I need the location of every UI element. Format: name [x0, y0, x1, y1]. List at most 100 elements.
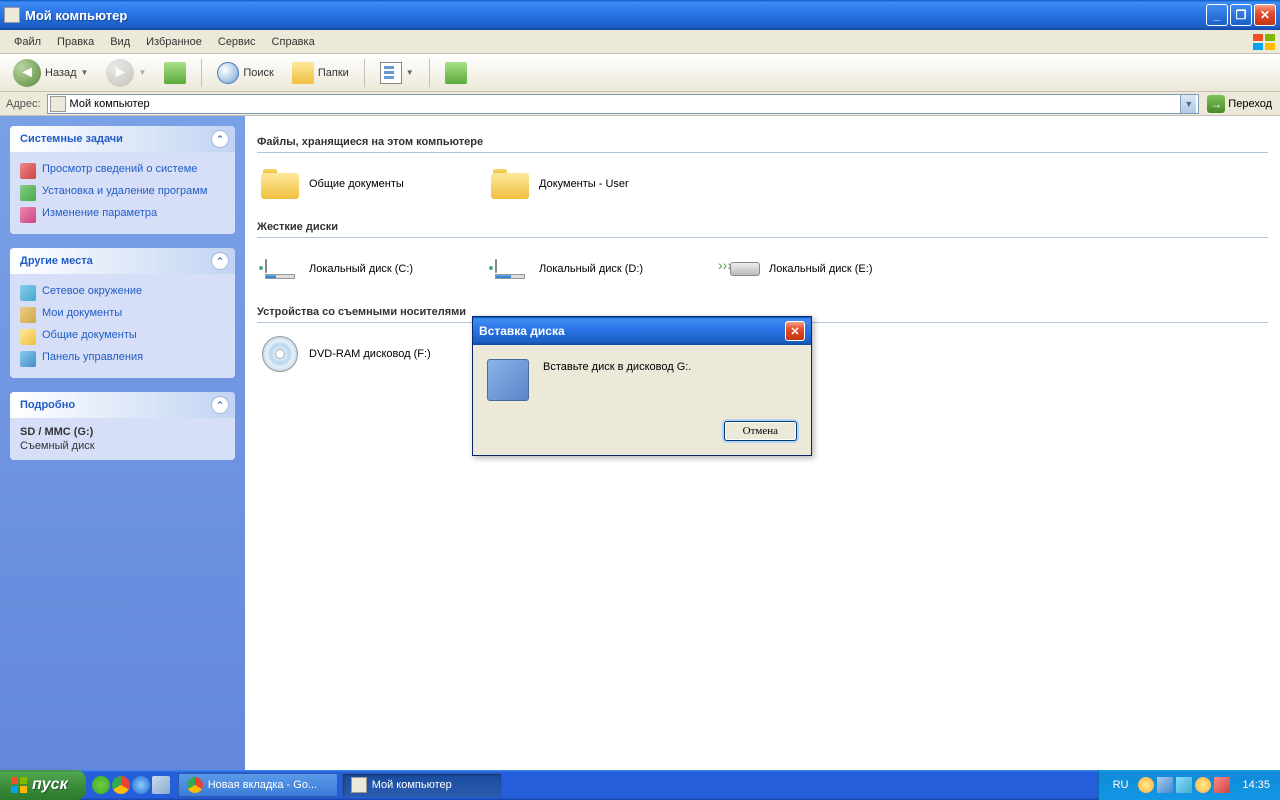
quick-launch	[86, 776, 176, 794]
control-panel-icon	[20, 351, 36, 367]
info-icon	[20, 163, 36, 179]
taskbar-tab-explorer[interactable]: Мой компьютер	[342, 773, 502, 797]
folders-button[interactable]: Папки	[285, 59, 356, 87]
task-system-info[interactable]: Просмотр сведений о системе	[20, 160, 225, 182]
drive-icon	[259, 248, 301, 290]
tray-volume-icon[interactable]	[1176, 777, 1192, 793]
details-box: Подробно ⌃ SD / MMC (G:) Съемный диск	[10, 392, 235, 460]
dialog-titlebar[interactable]: Вставка диска ✕	[473, 317, 811, 345]
item-disk-e[interactable]: ››› Локальный диск (E:)	[717, 246, 927, 292]
start-label: пуск	[32, 776, 68, 794]
item-user-documents[interactable]: Документы - User	[487, 161, 697, 207]
item-disk-d[interactable]: Локальный диск (D:)	[487, 246, 697, 292]
task-change-setting[interactable]: Изменение параметра	[20, 204, 225, 226]
minimize-button[interactable]: _	[1206, 4, 1228, 26]
desktop-icon[interactable]	[152, 776, 170, 794]
address-bar: Адрес: Мой компьютер ▼ → Переход	[0, 92, 1280, 116]
details-header[interactable]: Подробно ⌃	[10, 392, 235, 418]
my-computer-icon	[50, 96, 66, 112]
folder-icon	[259, 163, 301, 205]
settings-icon	[20, 207, 36, 223]
search-label: Поиск	[243, 67, 273, 79]
system-tray: RU 14:35	[1098, 770, 1280, 800]
tray-icon[interactable]	[1195, 777, 1211, 793]
detail-type: Съемный диск	[20, 440, 225, 452]
search-button[interactable]: Поиск	[210, 59, 280, 87]
address-label: Адрес:	[4, 98, 43, 110]
utorrent-icon[interactable]	[92, 776, 110, 794]
maximize-button[interactable]: ❐	[1230, 4, 1252, 26]
my-computer-icon	[4, 7, 20, 23]
go-button[interactable]: → Переход	[1203, 93, 1276, 115]
taskbar-tab-chrome[interactable]: Новая вкладка - Go...	[178, 773, 338, 797]
browser-icon[interactable]	[132, 776, 150, 794]
back-label: Назад	[45, 67, 77, 79]
add-remove-icon	[20, 185, 36, 201]
task-add-remove[interactable]: Установка и удаление программ	[20, 182, 225, 204]
back-button[interactable]: ◄ Назад ▼	[6, 56, 95, 90]
back-arrow-icon: ◄	[13, 59, 41, 87]
group-files-header: Файлы, хранящиеся на этом компьютере	[257, 132, 1268, 153]
insert-disc-dialog: Вставка диска ✕ Вставьте диск в дисковод…	[472, 316, 812, 456]
tray-network-icon[interactable]	[1157, 777, 1173, 793]
menu-help[interactable]: Справка	[264, 33, 323, 51]
other-places-header[interactable]: Другие места ⌃	[10, 248, 235, 274]
dvd-icon	[259, 333, 301, 375]
address-dropdown-icon[interactable]: ▼	[1180, 95, 1196, 113]
language-indicator[interactable]: RU	[1109, 779, 1133, 791]
item-dvd-drive[interactable]: DVD-RAM дисковод (F:)	[257, 331, 467, 377]
place-my-documents[interactable]: Мои документы	[20, 304, 225, 326]
tray-icon[interactable]	[1138, 777, 1154, 793]
window-title: Мой компьютер	[25, 8, 1206, 23]
close-button[interactable]: ✕	[1254, 4, 1276, 26]
folder-icon	[489, 163, 531, 205]
my-documents-icon	[20, 307, 36, 323]
tray-shield-icon[interactable]	[1214, 777, 1230, 793]
windows-logo-icon	[10, 776, 28, 794]
disc-icon	[487, 359, 529, 401]
chrome-icon[interactable]	[112, 776, 130, 794]
menu-file[interactable]: Файл	[6, 33, 49, 51]
dialog-title: Вставка диска	[479, 324, 785, 338]
place-network[interactable]: Сетевое окружение	[20, 282, 225, 304]
dialog-message: Вставьте диск в дисковод G:.	[543, 359, 797, 373]
folders-label: Папки	[318, 67, 349, 79]
up-button[interactable]	[157, 59, 193, 87]
taskbar: пуск Новая вкладка - Go... Мой компьютер…	[0, 770, 1280, 800]
address-combo[interactable]: Мой компьютер ▼	[47, 94, 1200, 114]
place-control-panel[interactable]: Панель управления	[20, 348, 225, 370]
other-places-box: Другие места ⌃ Сетевое окружение Мои док…	[10, 248, 235, 378]
forward-button[interactable]: ► ▼	[99, 56, 153, 90]
clock[interactable]: 14:35	[1236, 779, 1270, 791]
drive-icon	[489, 248, 531, 290]
menu-edit[interactable]: Правка	[49, 33, 102, 51]
system-tasks-header[interactable]: Системные задачи ⌃	[10, 126, 235, 152]
my-computer-icon	[351, 777, 367, 793]
item-disk-c[interactable]: Локальный диск (C:)	[257, 246, 467, 292]
start-button[interactable]: пуск	[0, 770, 86, 800]
usb-drive-icon: ›››	[719, 248, 761, 290]
forward-dropdown-icon: ▼	[138, 68, 146, 77]
menu-view[interactable]: Вид	[102, 33, 138, 51]
menu-favorites[interactable]: Избранное	[138, 33, 210, 51]
place-shared-documents[interactable]: Общие документы	[20, 326, 225, 348]
views-button[interactable]: ▼	[373, 59, 421, 87]
windows-flag-icon	[1252, 33, 1276, 51]
shared-documents-icon	[20, 329, 36, 345]
cancel-button[interactable]: Отмена	[724, 421, 797, 441]
views-icon	[380, 62, 402, 84]
menu-tools[interactable]: Сервис	[210, 33, 264, 51]
other-places-title: Другие места	[20, 255, 93, 267]
forward-arrow-icon: ►	[106, 59, 134, 87]
item-shared-documents[interactable]: Общие документы	[257, 161, 467, 207]
menu-bar: Файл Правка Вид Избранное Сервис Справка	[0, 30, 1280, 54]
go-label: Переход	[1228, 98, 1272, 110]
dialog-close-button[interactable]: ✕	[785, 321, 805, 341]
address-value: Мой компьютер	[70, 98, 1181, 110]
toolbar: ◄ Назад ▼ ► ▼ Поиск Папки ▼	[0, 54, 1280, 92]
refresh-button[interactable]	[438, 59, 474, 87]
system-tasks-box: Системные задачи ⌃ Просмотр сведений о с…	[10, 126, 235, 234]
details-title: Подробно	[20, 399, 75, 411]
detail-name: SD / MMC (G:)	[20, 426, 225, 438]
chevron-up-icon: ⌃	[211, 396, 229, 414]
